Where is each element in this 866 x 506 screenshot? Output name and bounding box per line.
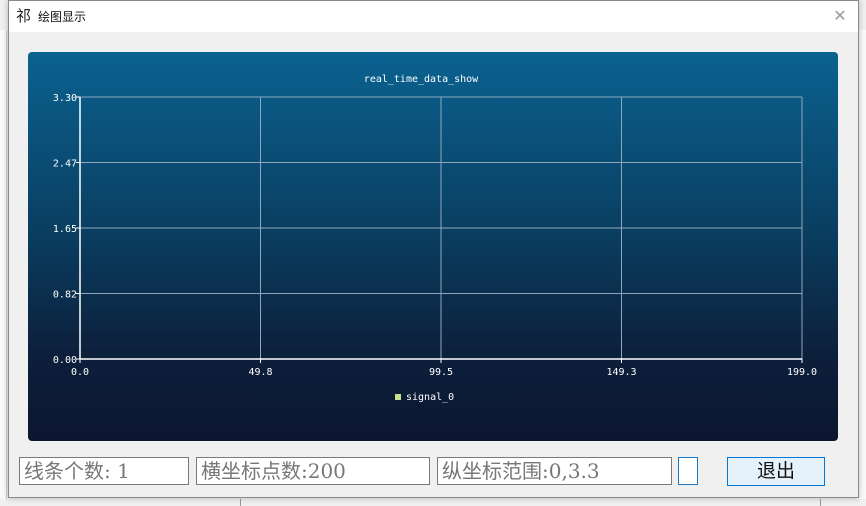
x-tick-label: 49.8	[248, 367, 272, 378]
app-icon: 祁	[16, 7, 32, 25]
y-tick-label: 3.30	[53, 93, 77, 104]
background-divider	[820, 499, 821, 506]
x-tick-label: 99.5	[429, 367, 453, 378]
window-title: 绘图显示	[38, 10, 87, 24]
chart-title: real_time_data_show	[364, 74, 479, 85]
x-tick-label: 149.3	[606, 367, 636, 378]
y-tick-label: 1.65	[53, 224, 77, 235]
close-button[interactable]: ✕	[828, 5, 852, 27]
title-bar[interactable]: 祁 绘图显示 ✕	[9, 1, 858, 32]
chart-panel: real_time_data_show 0.0 49.8 99.5 149.3 199.0…	[28, 52, 838, 441]
y-range-field[interactable]: 纵坐标范围:0,3.3	[437, 457, 672, 485]
y-tick-label: 0.00	[53, 355, 77, 366]
legend-swatch	[395, 394, 401, 400]
y-tick-label: 2.47	[53, 159, 77, 170]
plot-dialog: 祁 绘图显示 ✕ real_time_data_show 0.0 49.8 99.5 1…	[8, 0, 859, 498]
line-count-field[interactable]: 线条个数: 1	[19, 457, 189, 485]
background-bottom-strip	[0, 499, 866, 506]
legend-label: signal_0	[406, 392, 454, 403]
x-tick-label: 0.0	[71, 367, 89, 378]
line-chart: real_time_data_show 0.0 49.8 99.5 149.3 199.0…	[53, 74, 817, 403]
x-points-field[interactable]: 横坐标点数:200	[196, 457, 430, 485]
exit-button[interactable]: 退出	[727, 457, 825, 486]
extra-input-box[interactable]	[678, 457, 698, 485]
x-tick-label: 199.0	[787, 367, 817, 378]
background-divider	[240, 499, 241, 506]
background-left-edge	[0, 30, 7, 506]
y-tick-label: 0.82	[53, 290, 77, 301]
